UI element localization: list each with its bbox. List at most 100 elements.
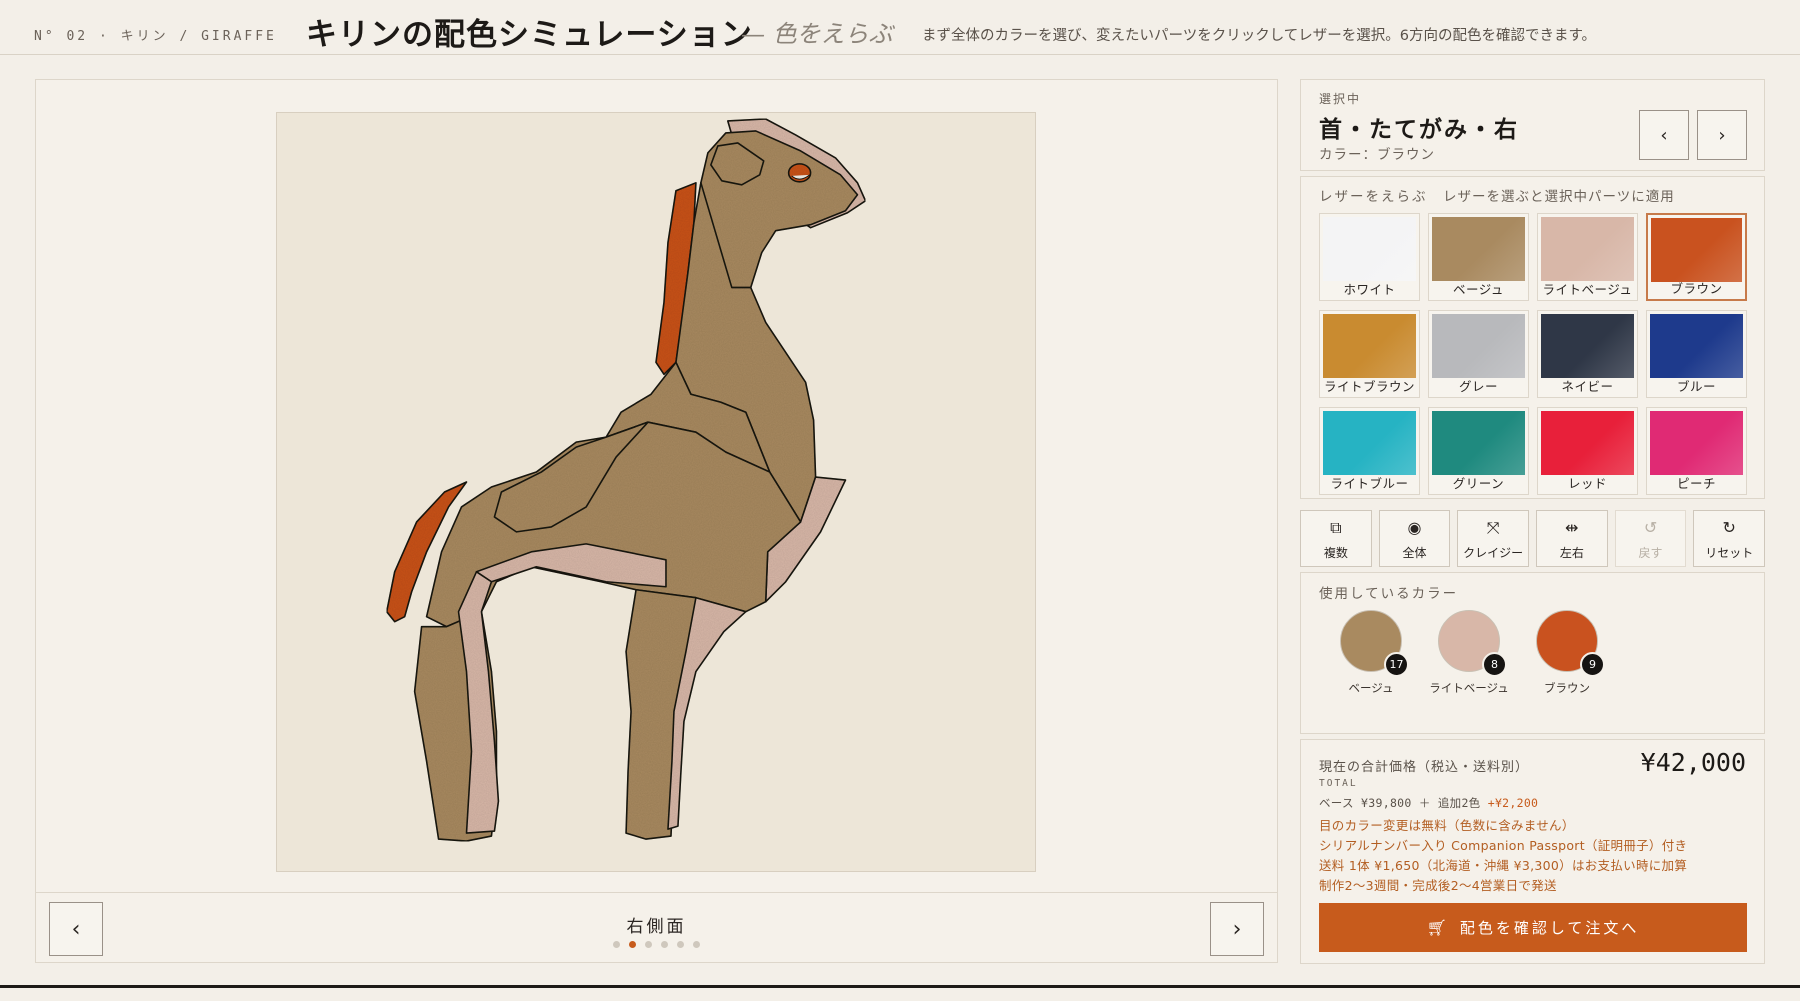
total-price: ¥42,000	[1640, 748, 1746, 777]
total-caption-en: TOTAL	[1319, 778, 1358, 789]
view-dot[interactable]	[645, 941, 652, 948]
total-base-line: ベース ¥39,800 ＋ 追加2色 +¥2,200	[1319, 795, 1538, 811]
leather-swatch[interactable]: ベージュ	[1428, 213, 1529, 301]
swatch-label: ライトブラウン	[1323, 379, 1415, 394]
selected-caption: 選択中	[1319, 92, 1362, 106]
tool-label: 全体	[1402, 546, 1427, 560]
view-dot[interactable]	[613, 941, 620, 948]
toolbar: ⧉ 複数 ◉ 全体 ⤧ クレイジー ⇹ 左右 ↺ 戻す ↻ リセット	[1300, 510, 1766, 567]
view-dots	[36, 941, 1277, 948]
swatch-color	[1323, 314, 1416, 378]
used-color-item: 17 ベージュ	[1326, 610, 1416, 700]
swatch-color	[1323, 411, 1416, 475]
swatch-color	[1650, 314, 1743, 378]
leather-swatch-grid: ホワイト ベージュ ライトベージュ ブラウンライトブラウン グレー ネイビー ブルーライトブ…	[1319, 213, 1747, 495]
leather-swatch[interactable]: ブルー	[1646, 310, 1747, 398]
swatch-color	[1541, 314, 1634, 378]
used-color-item: 8 ライトベージュ	[1424, 610, 1514, 700]
swatch-label: ベージュ	[1453, 282, 1504, 297]
swatch-color	[1541, 411, 1634, 475]
swatch-label: レッド	[1567, 476, 1607, 491]
shuffle-icon: ⤧	[1486, 518, 1500, 537]
tool-button[interactable]: ⤧ クレイジー	[1457, 510, 1530, 567]
swatch-label: ライトベージュ	[1542, 282, 1633, 297]
target-icon: ◉	[1407, 518, 1422, 537]
swatch-color	[1541, 217, 1634, 281]
used-color-label: ライトベージュ	[1429, 681, 1509, 695]
swatch-color	[1650, 411, 1743, 475]
used-colors-box: 使用しているカラー 17 ベージュ 8 ライトベージュ 9 ブラウン	[1300, 572, 1765, 734]
order-button[interactable]: 🛒︎ 配色を確認して注文へ	[1319, 903, 1747, 952]
swatch-color	[1323, 217, 1416, 281]
page-subtitle: — 色をえらぶ	[741, 20, 893, 48]
selected-part-name: 首・たてがみ・右	[1319, 117, 1519, 143]
tool-button: ↺ 戻す	[1614, 510, 1687, 567]
used-color-count-badge: 9	[1580, 652, 1605, 677]
product-number: N° 02 · キリン / GIRAFFE	[34, 29, 277, 44]
bottom-border	[0, 985, 1800, 988]
undo-icon: ↺	[1643, 518, 1658, 537]
leather-swatch[interactable]: グリーン	[1428, 407, 1529, 495]
total-caption: 現在の合計価格（税込・送料別）	[1319, 760, 1530, 775]
leather-swatch[interactable]: ブラウン	[1646, 213, 1747, 301]
tool-label: 左右	[1559, 546, 1584, 560]
leather-picker: レザーをえらぶ レザーを選ぶと選択中パーツに適用 ホワイト ベージュ ライトベージュ…	[1300, 176, 1765, 499]
swatch-label: グリーン	[1452, 476, 1505, 491]
view-dot[interactable]	[693, 941, 700, 948]
leather-swatch[interactable]: グレー	[1428, 310, 1529, 398]
tool-label: リセット	[1705, 546, 1754, 560]
used-colors-caption: 使用しているカラー	[1319, 586, 1459, 602]
leather-swatch[interactable]: レッド	[1537, 407, 1638, 495]
swatch-label: ブラウン	[1670, 281, 1723, 296]
swatch-label: ピーチ	[1676, 476, 1716, 491]
selected-part-box: 選択中 首・たてがみ・右 カラー：ブラウン ‹ ›	[1300, 79, 1765, 171]
leather-swatch[interactable]: ホワイト	[1319, 213, 1420, 301]
tool-label: 戻す	[1638, 546, 1663, 560]
leather-swatch[interactable]: ライトブルー	[1319, 407, 1420, 495]
page-description: まず全体のカラーを選び、変えたいパーツをクリックしてレザーを選択。6方向の配色を…	[922, 28, 1597, 44]
used-color-count-badge: 17	[1384, 652, 1409, 677]
swatch-label: ネイビー	[1561, 379, 1614, 394]
selected-part-color: カラー：ブラウン	[1319, 147, 1435, 163]
swatch-color	[1432, 411, 1525, 475]
swatch-label: ブルー	[1676, 379, 1716, 394]
page-title: キリンの配色シミュレーション	[306, 17, 753, 53]
prev-part-button[interactable]: ‹	[1639, 110, 1689, 160]
view-dot[interactable]	[661, 941, 668, 948]
swatch-label: ホワイト	[1343, 282, 1396, 297]
swatch-label: ライトブルー	[1330, 476, 1409, 491]
total-note: 送料 1体 ¥1,650（北海道・沖縄 ¥3,300）はお支払い時に加算	[1319, 858, 1688, 873]
used-color-item: 9 ブラウン	[1522, 610, 1612, 700]
next-view-button[interactable]: ›	[1210, 902, 1264, 956]
used-color-label: ベージュ	[1348, 681, 1394, 695]
swatch-color	[1651, 218, 1742, 282]
total-base-text: ベース ¥39,800 ＋ 追加2色	[1319, 796, 1481, 810]
view-dot[interactable]	[677, 941, 684, 948]
leather-swatch[interactable]: ライトベージュ	[1537, 213, 1638, 301]
tool-label: クレイジー	[1463, 546, 1524, 560]
leather-swatch[interactable]: ネイビー	[1537, 310, 1638, 398]
header: N° 02 · キリン / GIRAFFE キリンの配色シミュレーション — 色…	[0, 0, 1800, 55]
tool-button[interactable]: ↻ リセット	[1693, 510, 1766, 567]
used-color-label: ブラウン	[1544, 681, 1590, 695]
leather-swatch[interactable]: ライトブラウン	[1319, 310, 1420, 398]
copy-icon: ⧉	[1330, 518, 1342, 537]
cart-icon: 🛒︎	[1426, 918, 1450, 937]
view-label: 右側面	[626, 917, 687, 937]
next-part-button[interactable]: ›	[1697, 110, 1747, 160]
total-note: 制作2〜3週間・完成後2〜4営業日で発送	[1319, 878, 1557, 893]
total-additional-cost: +¥2,200	[1487, 796, 1539, 810]
view-switcher: ‹ 右側面 ›	[36, 892, 1277, 964]
leather-swatch[interactable]: ピーチ	[1646, 407, 1747, 495]
tool-label: 複数	[1323, 546, 1348, 560]
view-dot[interactable]	[629, 941, 636, 948]
swatch-color	[1432, 314, 1525, 378]
used-color-count-badge: 8	[1482, 652, 1507, 677]
chevron-right-icon: ›	[1232, 916, 1242, 942]
tool-button[interactable]: ⧉ 複数	[1300, 510, 1372, 567]
total-note: シリアルナンバー入り Companion Passport（証明冊子）付き	[1319, 838, 1688, 853]
tool-button[interactable]: ⇹ 左右	[1536, 510, 1608, 567]
swatch-label: グレー	[1458, 379, 1498, 394]
giraffe-illustration	[385, 118, 867, 842]
tool-button[interactable]: ◉ 全体	[1378, 510, 1451, 567]
